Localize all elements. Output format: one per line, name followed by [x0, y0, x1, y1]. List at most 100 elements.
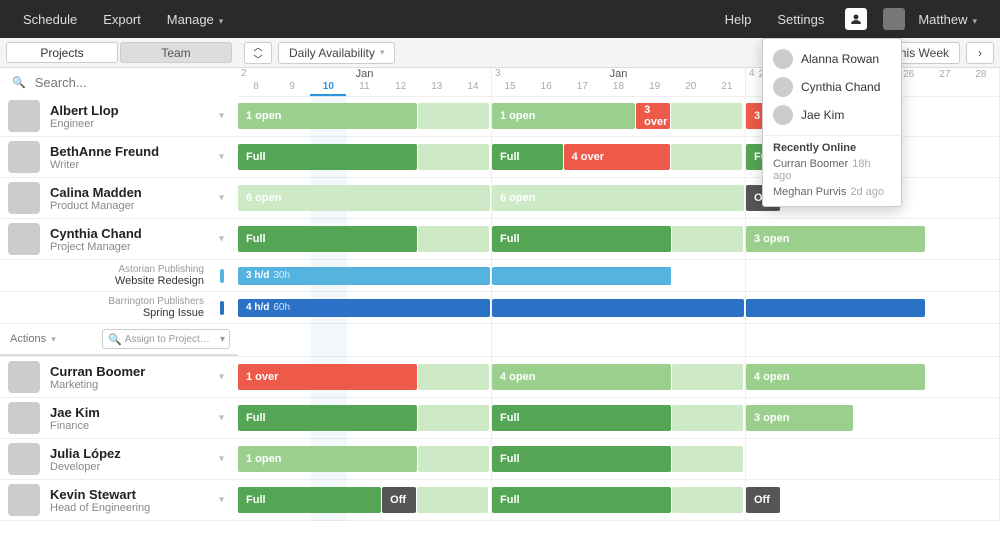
- assignment-bar[interactable]: 4 h/d60h: [238, 299, 490, 317]
- nav-export[interactable]: Export: [90, 12, 154, 27]
- allocation-bar[interactable]: [671, 144, 742, 170]
- day-header[interactable]: 17: [564, 80, 600, 94]
- allocation-bar[interactable]: [672, 487, 743, 513]
- day-header[interactable]: 28: [963, 68, 999, 82]
- allocation-bar[interactable]: [418, 226, 489, 252]
- person-row: Kevin Stewart Head of Engineering ▾FullO…: [0, 480, 1000, 521]
- allocation-bar[interactable]: 4 open: [492, 364, 671, 390]
- allocation-bar[interactable]: Full: [492, 144, 563, 170]
- week-header: 3Jan15161718192021: [492, 68, 746, 96]
- assign-project-select[interactable]: Assign to Project… ▾: [102, 329, 230, 349]
- person-role: Developer: [50, 461, 121, 473]
- allocation-bar[interactable]: [672, 446, 743, 472]
- day-header[interactable]: 12: [383, 80, 419, 96]
- day-header[interactable]: 20: [673, 80, 709, 94]
- allocation-bar[interactable]: Full: [238, 226, 417, 252]
- allocation-bar[interactable]: 3 open: [746, 405, 853, 431]
- chevron-down-icon[interactable]: ▾: [219, 454, 224, 465]
- day-header[interactable]: 18: [600, 80, 636, 94]
- allocation-bar[interactable]: Off: [382, 487, 416, 513]
- day-header[interactable]: 11: [346, 80, 382, 96]
- chevron-down-icon[interactable]: ▾: [219, 111, 224, 122]
- chevron-down-icon[interactable]: ▾: [219, 413, 224, 424]
- allocation-bar[interactable]: Full: [238, 405, 417, 431]
- avatar: [8, 100, 40, 132]
- week-header: 2Jan891011121314: [238, 68, 492, 96]
- allocation-bar[interactable]: 4 over: [564, 144, 671, 170]
- allocation-bar[interactable]: [672, 226, 743, 252]
- next-button[interactable]: ›: [966, 42, 994, 64]
- day-header[interactable]: 10: [310, 80, 346, 96]
- assignment-bar[interactable]: [746, 299, 925, 317]
- day-header[interactable]: 9: [274, 80, 310, 96]
- presence-icon[interactable]: [845, 8, 867, 30]
- avatar: [8, 361, 40, 393]
- nav-settings[interactable]: Settings: [764, 12, 837, 27]
- allocation-bar[interactable]: 6 open: [492, 185, 744, 211]
- allocation-bar[interactable]: [418, 446, 489, 472]
- actions-menu[interactable]: Actions: [0, 333, 56, 345]
- tab-projects[interactable]: Projects: [6, 42, 118, 63]
- allocation-bar[interactable]: Full: [492, 405, 671, 431]
- avatar: [773, 105, 793, 125]
- allocation-bar[interactable]: [418, 405, 489, 431]
- nav-help[interactable]: Help: [712, 12, 765, 27]
- chevron-down-icon[interactable]: ▾: [219, 372, 224, 383]
- allocation-bar[interactable]: Full: [492, 226, 671, 252]
- allocation-bar[interactable]: [418, 144, 489, 170]
- allocation-bar[interactable]: 1 over: [238, 364, 417, 390]
- day-header[interactable]: 21: [709, 80, 745, 94]
- expand-all-icon[interactable]: [244, 42, 272, 64]
- chevron-down-icon[interactable]: ▾: [219, 234, 224, 245]
- allocation-bar[interactable]: 1 open: [492, 103, 635, 129]
- day-header[interactable]: 27: [927, 68, 963, 82]
- presence-user[interactable]: Alanna Rowan: [763, 45, 901, 73]
- assignment-bar[interactable]: [492, 299, 744, 317]
- avatar: [8, 484, 40, 516]
- avatar: [773, 77, 793, 97]
- day-header[interactable]: 15: [492, 80, 528, 94]
- allocation-bar[interactable]: 4 open: [746, 364, 925, 390]
- person-row: Julia López Developer ▾1 openFull: [0, 439, 1000, 480]
- assignment-bar[interactable]: 3 h/d30h: [238, 267, 490, 285]
- avatar: [883, 8, 905, 30]
- day-header[interactable]: 19: [637, 80, 673, 94]
- nav-manage[interactable]: Manage: [154, 12, 237, 27]
- allocation-bar[interactable]: 3 over: [636, 103, 670, 129]
- search-input[interactable]: [35, 75, 205, 90]
- allocation-bar[interactable]: [672, 405, 743, 431]
- view-select[interactable]: Daily Availability: [278, 42, 395, 64]
- person-role: Writer: [50, 159, 159, 171]
- presence-user[interactable]: Jae Kim: [763, 101, 901, 129]
- allocation-bar[interactable]: 1 open: [238, 446, 417, 472]
- allocation-bar[interactable]: 3 open: [746, 226, 925, 252]
- day-header[interactable]: 8: [238, 80, 274, 96]
- allocation-bar[interactable]: [418, 103, 489, 129]
- chevron-down-icon[interactable]: ▾: [219, 495, 224, 506]
- assignment-row: Barrington PublishersSpring Issue 4 h/d6…: [0, 292, 1000, 324]
- day-header[interactable]: 14: [455, 80, 491, 96]
- nav-schedule[interactable]: Schedule: [10, 12, 90, 27]
- day-header[interactable]: 16: [528, 80, 564, 94]
- recent-user[interactable]: Curran Boomer18h ago: [763, 156, 901, 184]
- allocation-bar[interactable]: Off: [746, 487, 780, 513]
- allocation-bar[interactable]: Full: [238, 487, 381, 513]
- allocation-bar[interactable]: [672, 364, 743, 390]
- tab-team[interactable]: Team: [120, 42, 232, 63]
- allocation-bar[interactable]: Full: [492, 446, 671, 472]
- chevron-down-icon[interactable]: ▾: [219, 152, 224, 163]
- allocation-bar[interactable]: [418, 364, 489, 390]
- day-header[interactable]: 13: [419, 80, 455, 96]
- allocation-bar[interactable]: Full: [492, 487, 671, 513]
- user-menu[interactable]: Matthew: [905, 12, 990, 27]
- allocation-bar[interactable]: 6 open: [238, 185, 490, 211]
- allocation-bar[interactable]: [671, 103, 742, 129]
- recent-user[interactable]: Meghan Purvis2d ago: [763, 184, 901, 200]
- chevron-down-icon[interactable]: ▾: [219, 193, 224, 204]
- assignment-bar[interactable]: [492, 267, 671, 285]
- presence-user[interactable]: Cynthia Chand: [763, 73, 901, 101]
- allocation-bar[interactable]: 1 open: [238, 103, 417, 129]
- avatar: [8, 182, 40, 214]
- allocation-bar[interactable]: [417, 487, 488, 513]
- allocation-bar[interactable]: Full: [238, 144, 417, 170]
